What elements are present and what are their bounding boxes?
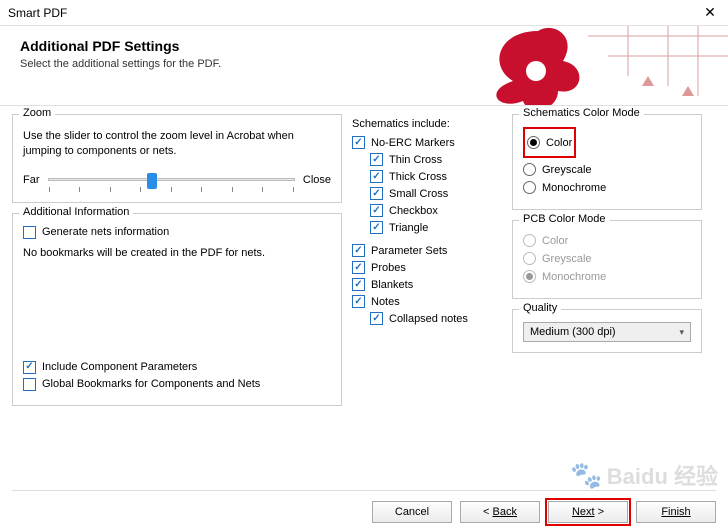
- include-component-params-label: Include Component Parameters: [42, 361, 197, 373]
- zoom-close-label: Close: [303, 174, 331, 186]
- quality-select[interactable]: Medium (300 dpi) ▾: [523, 322, 691, 342]
- blankets-checkbox[interactable]: [352, 278, 365, 291]
- back-button[interactable]: < Back: [460, 501, 540, 523]
- pcb-color-group: PCB Color Mode Color Greyscale Monochrom…: [512, 220, 702, 299]
- small-cross-checkbox[interactable]: [370, 187, 383, 200]
- collapsed-notes-checkbox[interactable]: [370, 312, 383, 325]
- zoom-group: Zoom Use the slider to control the zoom …: [12, 114, 342, 203]
- collapsed-notes-label: Collapsed notes: [389, 313, 468, 325]
- header: Additional PDF Settings Select the addit…: [0, 26, 728, 106]
- pcb-color-radio: [523, 234, 536, 247]
- schematics-include-group: Schematics include: No-ERC Markers Thin …: [352, 114, 502, 333]
- zoom-title: Zoom: [19, 107, 55, 119]
- thin-cross-checkbox[interactable]: [370, 153, 383, 166]
- additional-info-title: Additional Information: [19, 206, 133, 218]
- global-bookmarks-checkbox[interactable]: [23, 378, 36, 391]
- checkbox-checkbox[interactable]: [370, 204, 383, 217]
- zoom-slider[interactable]: [48, 170, 295, 190]
- global-bookmarks-label: Global Bookmarks for Components and Nets: [42, 378, 260, 390]
- schematics-include-title: Schematics include:: [352, 118, 502, 130]
- sch-monochrome-label: Monochrome: [542, 182, 606, 194]
- notes-label: Notes: [371, 296, 400, 308]
- thick-cross-checkbox[interactable]: [370, 170, 383, 183]
- footer: Cancel < Back Next > Finish: [12, 490, 716, 523]
- no-erc-label: No-ERC Markers: [371, 137, 455, 149]
- quality-title: Quality: [519, 302, 561, 314]
- parameter-sets-checkbox[interactable]: [352, 244, 365, 257]
- checkbox-label: Checkbox: [389, 205, 438, 217]
- parameter-sets-label: Parameter Sets: [371, 245, 447, 257]
- include-component-params-checkbox[interactable]: [23, 361, 36, 374]
- no-bookmarks-text: No bookmarks will be created in the PDF …: [23, 247, 331, 259]
- quality-value: Medium (300 dpi): [530, 326, 616, 338]
- schematics-color-title: Schematics Color Mode: [519, 107, 644, 119]
- window-title: Smart PDF: [8, 6, 67, 20]
- sch-color-radio[interactable]: [527, 136, 540, 149]
- zoom-desc: Use the slider to control the zoom level…: [23, 129, 331, 160]
- pcb-greyscale-label: Greyscale: [542, 253, 592, 265]
- thick-cross-label: Thick Cross: [389, 171, 447, 183]
- pcb-monochrome-label: Monochrome: [542, 271, 606, 283]
- generate-nets-label: Generate nets information: [42, 226, 169, 238]
- triangle-checkbox[interactable]: [370, 221, 383, 234]
- pcb-greyscale-radio: [523, 252, 536, 265]
- blankets-label: Blankets: [371, 279, 413, 291]
- no-erc-checkbox[interactable]: [352, 136, 365, 149]
- additional-info-group: Additional Information Generate nets inf…: [12, 213, 342, 406]
- pcb-color-title: PCB Color Mode: [519, 213, 610, 225]
- probes-label: Probes: [371, 262, 406, 274]
- schematics-color-group: Schematics Color Mode Color Greyscale Mo…: [512, 114, 702, 210]
- finish-button[interactable]: Finish: [636, 501, 716, 523]
- generate-nets-checkbox[interactable]: [23, 226, 36, 239]
- quality-group: Quality Medium (300 dpi) ▾: [512, 309, 702, 353]
- sch-greyscale-radio[interactable]: [523, 163, 536, 176]
- zoom-slider-thumb[interactable]: [147, 173, 157, 189]
- small-cross-label: Small Cross: [389, 188, 448, 200]
- titlebar: Smart PDF ✕: [0, 0, 728, 26]
- triangle-label: Triangle: [389, 222, 428, 234]
- sch-greyscale-label: Greyscale: [542, 164, 592, 176]
- probes-checkbox[interactable]: [352, 261, 365, 274]
- chevron-down-icon: ▾: [679, 327, 684, 338]
- sch-monochrome-radio[interactable]: [523, 181, 536, 194]
- sch-color-label: Color: [546, 137, 572, 149]
- pcb-monochrome-radio: [523, 270, 536, 283]
- next-button[interactable]: Next >: [548, 501, 628, 523]
- cancel-button[interactable]: Cancel: [372, 501, 452, 523]
- thin-cross-label: Thin Cross: [389, 154, 442, 166]
- pcb-color-label: Color: [542, 235, 568, 247]
- watermark: 🐾Baidu 经验: [570, 459, 718, 491]
- zoom-far-label: Far: [23, 174, 40, 186]
- close-icon[interactable]: ✕: [700, 4, 720, 21]
- notes-checkbox[interactable]: [352, 295, 365, 308]
- header-decor: [468, 26, 728, 106]
